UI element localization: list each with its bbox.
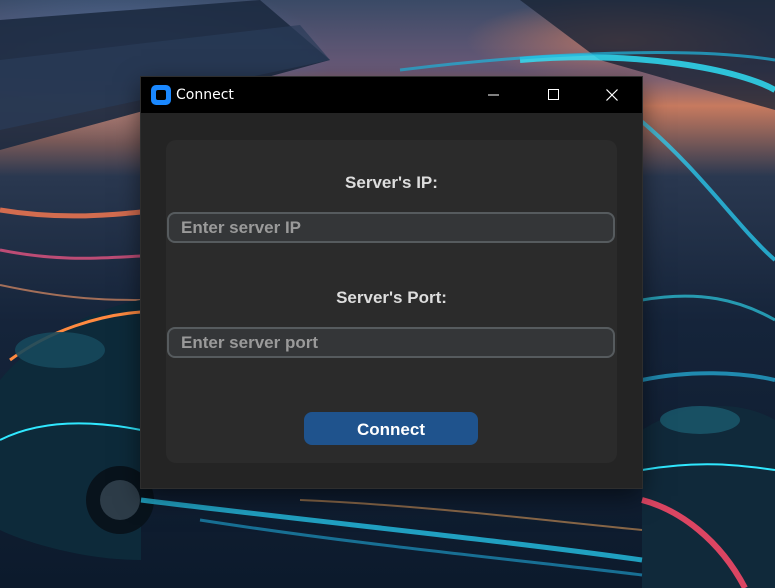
maximize-icon	[548, 89, 559, 100]
server-ip-input[interactable]	[167, 212, 615, 243]
server-port-input[interactable]	[167, 327, 615, 358]
title-bar[interactable]: Connect	[141, 77, 642, 113]
close-button[interactable]	[589, 77, 635, 113]
connect-window: Connect Server's IP: Server's Port: Conn…	[141, 77, 642, 488]
connect-button[interactable]: Connect	[304, 412, 478, 445]
server-port-label: Server's Port:	[336, 288, 447, 307]
close-icon	[606, 89, 618, 101]
minimize-icon	[488, 94, 499, 96]
window-title: Connect	[176, 87, 234, 103]
server-ip-label: Server's IP:	[345, 173, 438, 192]
maximize-button[interactable]	[531, 77, 577, 113]
app-icon	[151, 85, 171, 105]
minimize-button[interactable]	[471, 77, 517, 113]
